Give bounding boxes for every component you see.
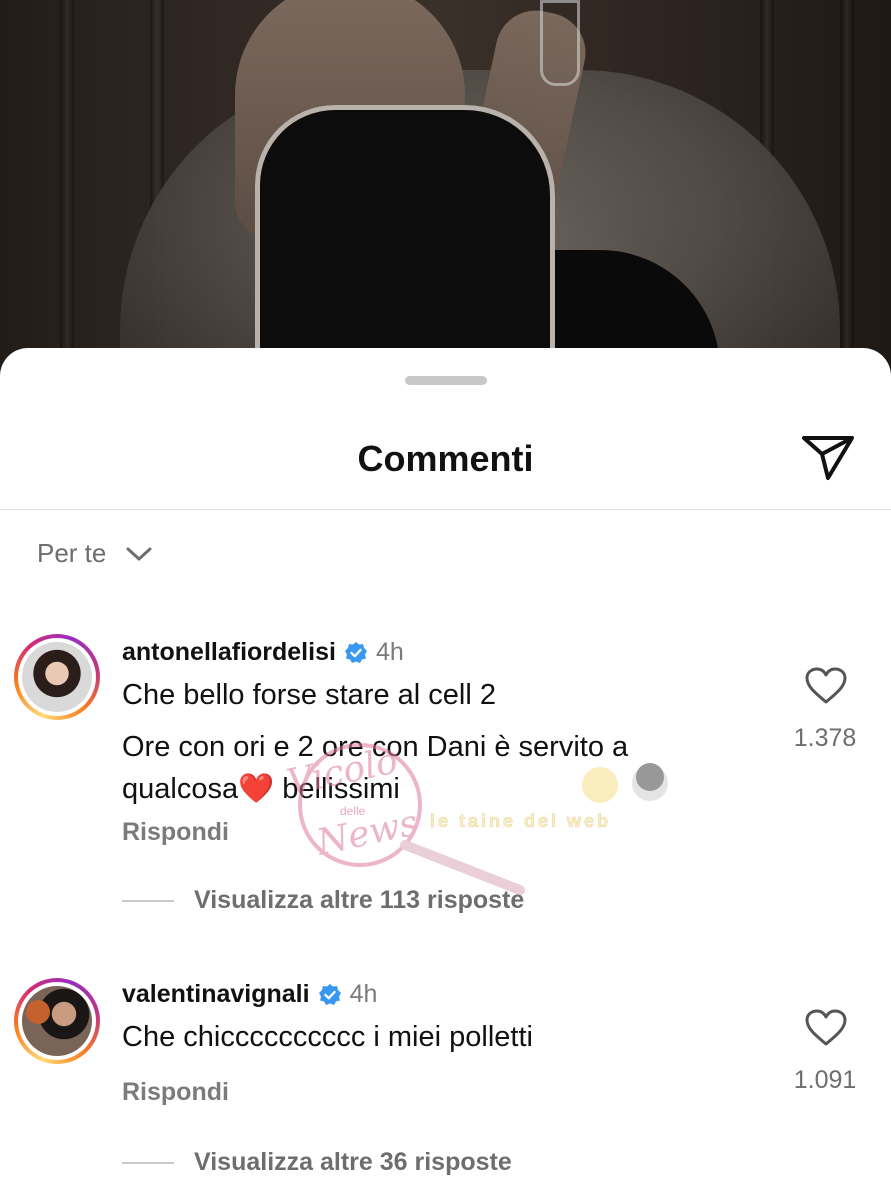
avatar-image [22, 986, 92, 1056]
comment-text: Che bello forse stare al cell 2 Ore con … [122, 674, 742, 810]
comment-text: Che chicccccccccc i miei polletti [122, 1016, 742, 1058]
basketball-shape [26, 1000, 50, 1024]
curtain-stripe [60, 0, 74, 380]
comment-text-line: Che chicccccccccc i miei polletti [122, 1021, 533, 1053]
reply-button[interactable]: Rispondi [122, 1078, 229, 1107]
sheet-title: Commenti [357, 438, 534, 479]
chevron-down-icon [126, 547, 152, 560]
curtain-stripe [840, 0, 854, 380]
paper-plane-icon [802, 436, 854, 480]
champagne-glass [540, 0, 580, 86]
sheet-grabber-handle[interactable] [405, 376, 487, 385]
like-button[interactable] [804, 666, 848, 706]
sort-dropdown[interactable]: Per te [37, 538, 152, 569]
replies-divider-line [122, 899, 174, 902]
reply-button[interactable]: Rispondi [122, 818, 229, 847]
comment-text-line: Ore con ori e 2 ore con Dani è servito a [122, 731, 629, 763]
heart-icon [805, 667, 847, 704]
black-dress [255, 105, 555, 380]
view-replies-button[interactable]: Visualizza altre 36 risposte [122, 1148, 512, 1177]
comment-text-line: qualcosa❤️ bellissimi [122, 773, 400, 805]
like-count: 1.091 [793, 1066, 857, 1094]
comment-username[interactable]: antonellafiordelisi [122, 638, 336, 667]
view-replies-button[interactable]: Visualizza altre 113 risposte [122, 886, 524, 915]
view-replies-label: Visualizza altre 36 risposte [194, 1148, 512, 1176]
comment-header: antonellafiordelisi 4h [122, 638, 404, 667]
comment-username[interactable]: valentinavignali [122, 980, 310, 1009]
avatar[interactable] [14, 634, 100, 720]
comment-header: valentinavignali 4h [122, 980, 377, 1009]
avatar[interactable] [14, 978, 100, 1064]
heart-icon [805, 1009, 847, 1046]
avatar-image [22, 642, 92, 712]
sort-label: Per te [37, 538, 107, 568]
verified-badge-icon [344, 641, 367, 663]
like-button[interactable] [804, 1008, 848, 1048]
verified-badge-icon [318, 983, 341, 1005]
comment-text-line: Che bello forse stare al cell 2 [122, 679, 496, 711]
share-button[interactable] [800, 432, 856, 482]
view-replies-label: Visualizza altre 113 risposte [194, 886, 525, 914]
replies-divider-line [122, 1161, 174, 1164]
comment-time: 4h [375, 638, 404, 666]
header-divider [0, 509, 891, 510]
post-photo-background [0, 0, 891, 380]
comment-time: 4h [349, 980, 378, 1008]
like-count: 1.378 [793, 724, 857, 752]
